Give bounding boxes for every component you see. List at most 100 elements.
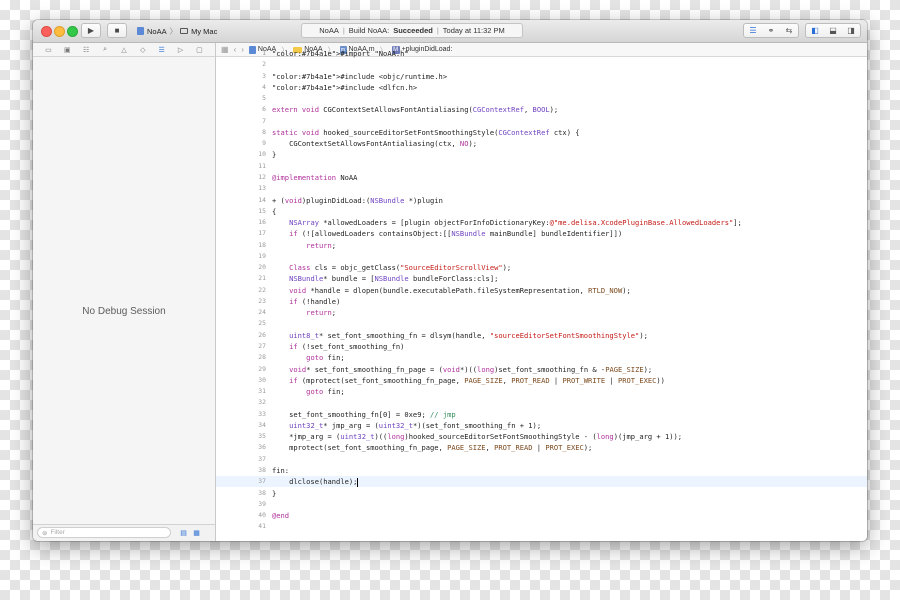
symbol-navigator-icon[interactable]: ▣ [62,46,72,54]
activity-viewer: NoAA | Build NoAA: Succeeded | Today at … [301,23,523,38]
utilities-toggle-icon[interactable]: ◨ [842,24,860,37]
filter-crashed-threads-icon[interactable]: ▤ [179,528,188,537]
code-line[interactable]: 26 uint8_t* set_font_smoothing_fn = dlsy… [216,330,867,341]
code-line[interactable]: 30 if (mprotect(set_font_smoothing_fn_pa… [216,375,867,386]
code-text: uint32_t* jmp_arg = (uint32_t*)(set_font… [289,420,542,430]
code-line[interactable]: 1 "color:#7b4a1e">#import "NoAA.h" [216,48,867,59]
code-line[interactable]: 24 return; [216,307,867,318]
code-text: if (mprotect(set_font_smoothing_fn_page,… [289,375,665,385]
line-number: 31 [258,387,266,396]
scheme-separator: 〉 [169,26,178,36]
report-navigator-icon[interactable]: ▢ [194,46,204,54]
code-line[interactable]: 13 [216,183,867,194]
code-line[interactable]: 19 [216,251,867,262]
code-line[interactable]: 36 mprotect(set_font_smoothing_fn_page, … [216,442,867,453]
code-line[interactable]: 38 fin: [216,465,867,476]
line-number: 4 [262,82,266,91]
code-line[interactable]: 35 *jmp_arg = (uint32_t)((long)hooked_so… [216,431,867,442]
close-window-button[interactable] [41,26,52,37]
code-text: return; [306,308,337,318]
scheme-selector[interactable]: NoAA 〉 My Mac [137,25,217,37]
code-line[interactable]: 3 "color:#7b4a1e">#include <objc/runtime.… [216,71,867,82]
code-line[interactable]: 23 if (!handle) [216,296,867,307]
code-line[interactable]: 6 extern void CGContextSetAllowsFontAntia… [216,104,867,115]
code-line[interactable]: 11 [216,161,867,172]
code-line[interactable]: 37 [216,454,867,465]
filter-stack-icon[interactable]: ▦ [192,528,201,537]
code-line[interactable]: 33 set_font_smoothing_fn[0] = 0xe9; // j… [216,409,867,420]
line-number: 16 [258,218,266,227]
code-text: goto fin; [306,387,345,397]
line-number: 29 [258,364,266,373]
run-button[interactable]: ▶ [81,23,101,38]
code-line[interactable]: 38} [216,488,867,499]
code-line[interactable]: 14 + (void)pluginDidLoad:(NSBundle *)plug… [216,195,867,206]
line-number: 2 [262,60,266,69]
code-line[interactable]: 25 [216,318,867,329]
code-text: NSBundle* bundle = [NSBundle bundleForCl… [289,274,499,284]
code-line[interactable]: 8 static void hooked_sourceEditorSetFontS… [216,127,867,138]
line-number: 11 [258,161,266,170]
code-text: { [272,206,277,216]
code-line[interactable]: 2 [216,59,867,70]
hierarchy-navigator-icon[interactable]: ☷ [81,46,91,54]
code-text: } [272,488,277,498]
code-line[interactable]: 22 void *handle = dlopen(bundle.executab… [216,285,867,296]
code-line[interactable]: 16 NSArray *allowedLoaders = [plugin obj… [216,217,867,228]
code-line[interactable]: 37 dlclose(handle); [216,476,867,488]
code-line[interactable]: 41 [216,521,867,532]
code-line[interactable]: 9 CGContextSetAllowsFontAntialiasing(ctx… [216,138,867,149]
code-line[interactable]: 27 if (!set_font_smoothing_fn) [216,341,867,352]
editor-mode-control[interactable]: ☰ ⚭ ⇆ [743,23,799,38]
line-number: 3 [262,71,266,80]
navigator-tab-bar: ▭ ▣ ☷ ⌕ △ ◇ ☰ ▷ ▢ [33,43,215,57]
line-number: 36 [258,443,266,452]
code-line[interactable]: 10} [216,149,867,160]
code-line[interactable]: 15 { [216,206,867,217]
line-number: 18 [258,240,266,249]
code-line[interactable]: 20 Class cls = objc_getClass("SourceEdit… [216,262,867,273]
debug-navigator-icon[interactable]: ☰ [157,46,167,54]
issue-navigator-icon[interactable]: △ [119,46,129,54]
code-line[interactable]: 34 uint32_t* jmp_arg = (uint32_t*)(set_f… [216,420,867,431]
line-number: 21 [258,274,266,283]
stop-button[interactable]: ■ [107,23,127,38]
xcode-window: ▶ ■ NoAA 〉 My Mac NoAA | Build NoAA: Suc… [33,20,867,541]
minimize-window-button[interactable] [54,26,65,37]
code-line[interactable]: 17 if (![allowedLoaders containsObject:[… [216,228,867,239]
version-editor-icon[interactable]: ⇆ [780,24,798,37]
code-line[interactable]: 40 @end [216,510,867,521]
search-navigator-icon[interactable]: ⌕ [100,46,110,54]
code-line[interactable]: 29 void* set_font_smoothing_fn_page = (v… [216,364,867,375]
line-number: 1 [262,49,266,57]
zoom-window-button[interactable] [67,26,78,37]
code-line[interactable]: 4 "color:#7b4a1e">#include <dlfcn.h> [216,82,867,93]
play-icon: ▶ [87,26,95,35]
test-navigator-icon[interactable]: ◇ [138,46,148,54]
code-text: dlclose(handle); [272,477,359,487]
code-line[interactable]: 21 NSBundle* bundle = [NSBundle bundleFo… [216,273,867,284]
code-text: @end [272,511,290,521]
code-line[interactable]: 39 [216,499,867,510]
navigator-toggle-icon[interactable]: ◧ [806,24,824,37]
code-text: CGContextSetAllowsFontAntialiasing(ctx, … [272,139,478,149]
code-line[interactable]: 12 @implementation NoAA [216,172,867,183]
filter-field[interactable]: ⊜ Filter [37,527,171,538]
project-navigator-icon[interactable]: ▭ [43,46,53,54]
code-line[interactable]: 7 [216,116,867,127]
breakpoint-navigator-icon[interactable]: ▷ [176,46,186,54]
assistant-editor-icon[interactable]: ⚭ [762,24,780,37]
code-text: return; [306,240,337,250]
line-number: 6 [262,105,266,114]
view-toggle-control[interactable]: ◧ ⬓ ◨ [805,23,861,38]
line-number: 40 [258,511,266,520]
code-line[interactable]: 28 goto fin; [216,352,867,363]
code-line[interactable]: 32 [216,397,867,408]
code-line[interactable]: 5 [216,93,867,104]
code-line[interactable]: 31 goto fin; [216,386,867,397]
line-number: 27 [258,342,266,351]
debug-area-toggle-icon[interactable]: ⬓ [824,24,842,37]
code-line[interactable]: 18 return; [216,240,867,251]
standard-editor-icon[interactable]: ☰ [744,24,762,37]
computer-icon [180,28,189,34]
